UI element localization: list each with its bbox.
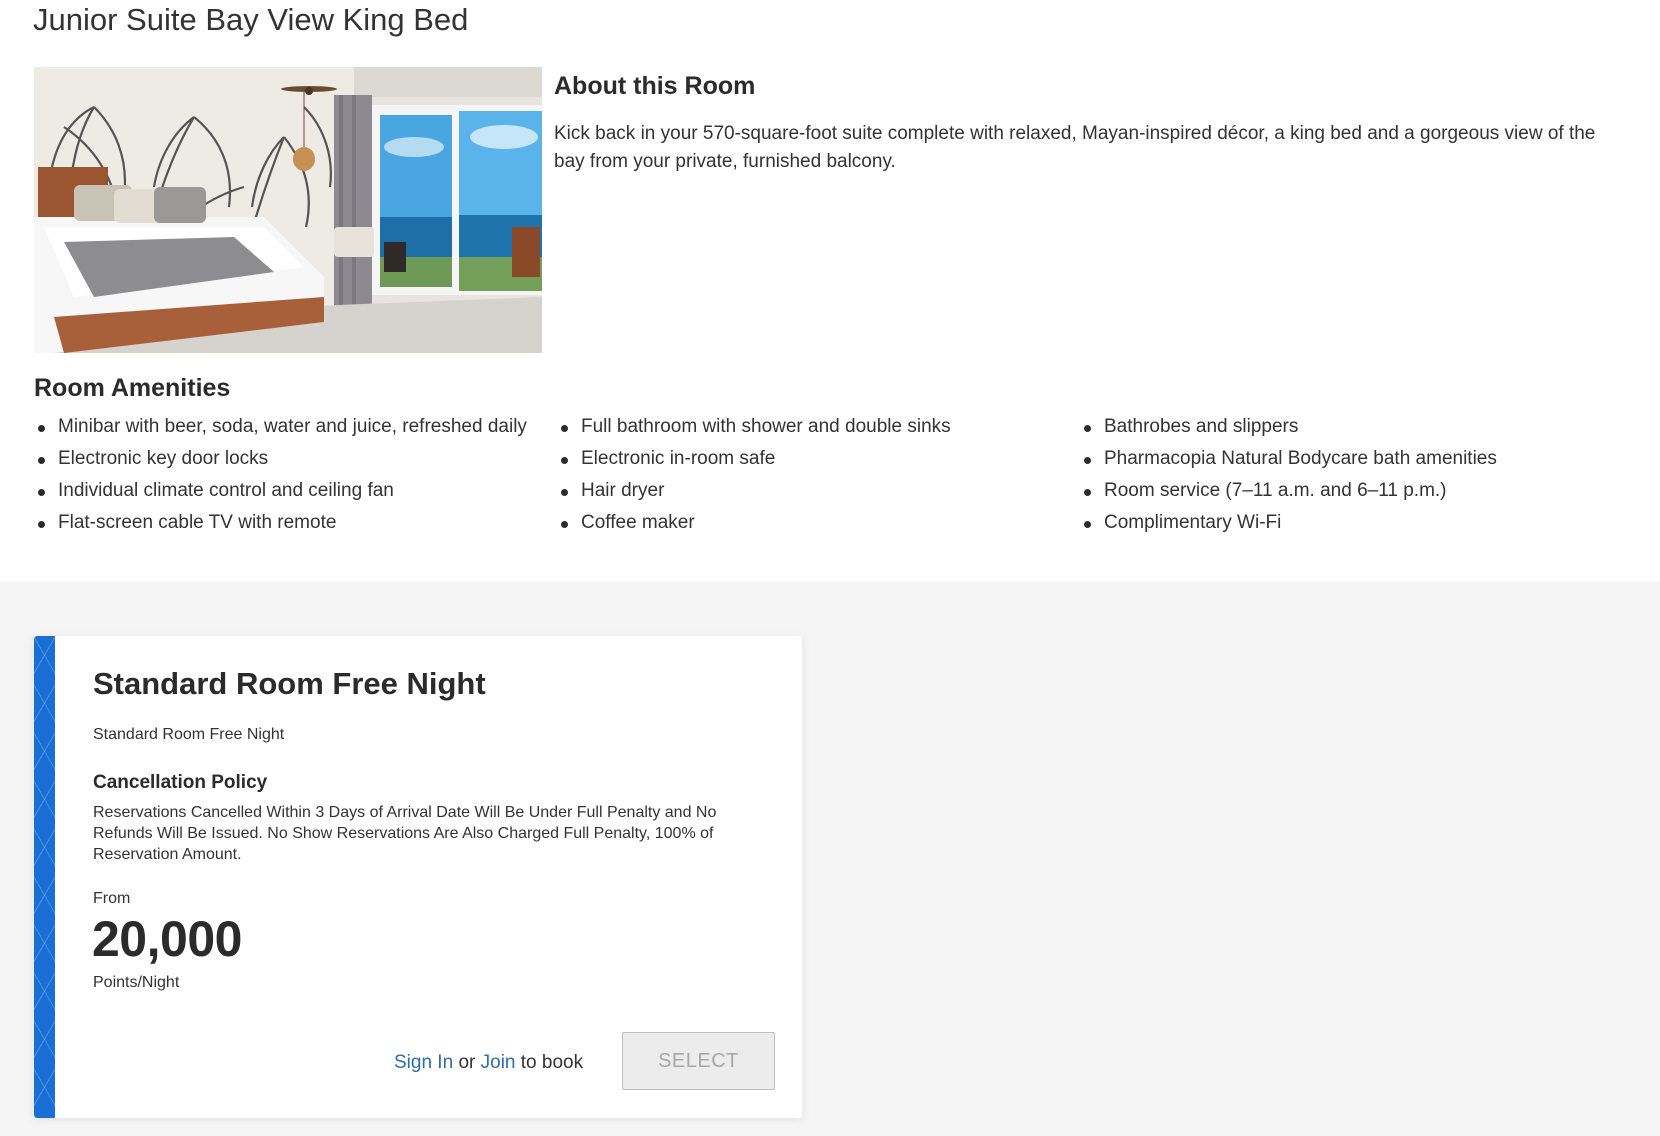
room-photo-image	[34, 67, 542, 353]
about-room-heading: About this Room	[554, 72, 756, 100]
select-button[interactable]: SELECT	[622, 1032, 775, 1090]
amenities-list-column-3: Bathrobes and slippers Pharmacopia Natur…	[1080, 411, 1497, 539]
rate-card: Standard Room Free Night Standard Room F…	[34, 636, 802, 1118]
amenity-item: Complimentary Wi-Fi	[1080, 507, 1497, 539]
price-value: 20,000	[92, 911, 242, 967]
amenity-item: Coffee maker	[557, 507, 951, 539]
amenity-item: Minibar with beer, soda, water and juice…	[34, 411, 527, 443]
rate-description: Standard Room Free Night	[93, 726, 285, 743]
about-room-description: Kick back in your 570-square-foot suite …	[554, 123, 1596, 172]
room-title: Junior Suite Bay View King Bed	[33, 2, 469, 37]
sign-in-to-book-text: Sign In or Join to book	[394, 1050, 634, 1076]
join-link[interactable]: Join	[481, 1052, 516, 1073]
rate-name: Standard Room Free Night	[93, 666, 486, 701]
amenity-item: Hair dryer	[557, 475, 951, 507]
amenity-item: Bathrobes and slippers	[1080, 411, 1497, 443]
price-from-label: From	[93, 890, 131, 907]
room-photo	[34, 67, 542, 353]
amenity-item: Room service (7–11 a.m. and 6–11 p.m.)	[1080, 475, 1497, 507]
rates-section: Standard Room Free Night Standard Room F…	[0, 582, 1660, 1136]
room-amenities-heading: Room Amenities	[34, 374, 231, 402]
amenities-list-column-1: Minibar with beer, soda, water and juice…	[34, 411, 527, 539]
cancellation-policy-text: Reservations Cancelled Within 3 Days of …	[93, 804, 717, 863]
amenity-item: Pharmacopia Natural Bodycare bath amenit…	[1080, 443, 1497, 475]
price-unit: Points/Night	[93, 974, 180, 991]
to-book-text: to book	[520, 1052, 584, 1073]
or-text: or	[458, 1052, 476, 1073]
rate-card-accent-stripe	[34, 636, 55, 1118]
amenity-item: Flat-screen cable TV with remote	[34, 507, 527, 539]
amenities-list-column-2: Full bathroom with shower and double sin…	[557, 411, 951, 539]
sign-in-link[interactable]: Sign In	[394, 1052, 453, 1073]
amenity-item: Electronic in-room safe	[557, 443, 951, 475]
amenity-item: Full bathroom with shower and double sin…	[557, 411, 951, 443]
cancellation-policy-heading: Cancellation Policy	[93, 772, 268, 793]
amenity-item: Individual climate control and ceiling f…	[34, 475, 527, 507]
amenity-item: Electronic key door locks	[34, 443, 527, 475]
room-details-section: Junior Suite Bay View King Bed About thi…	[0, 0, 1660, 582]
